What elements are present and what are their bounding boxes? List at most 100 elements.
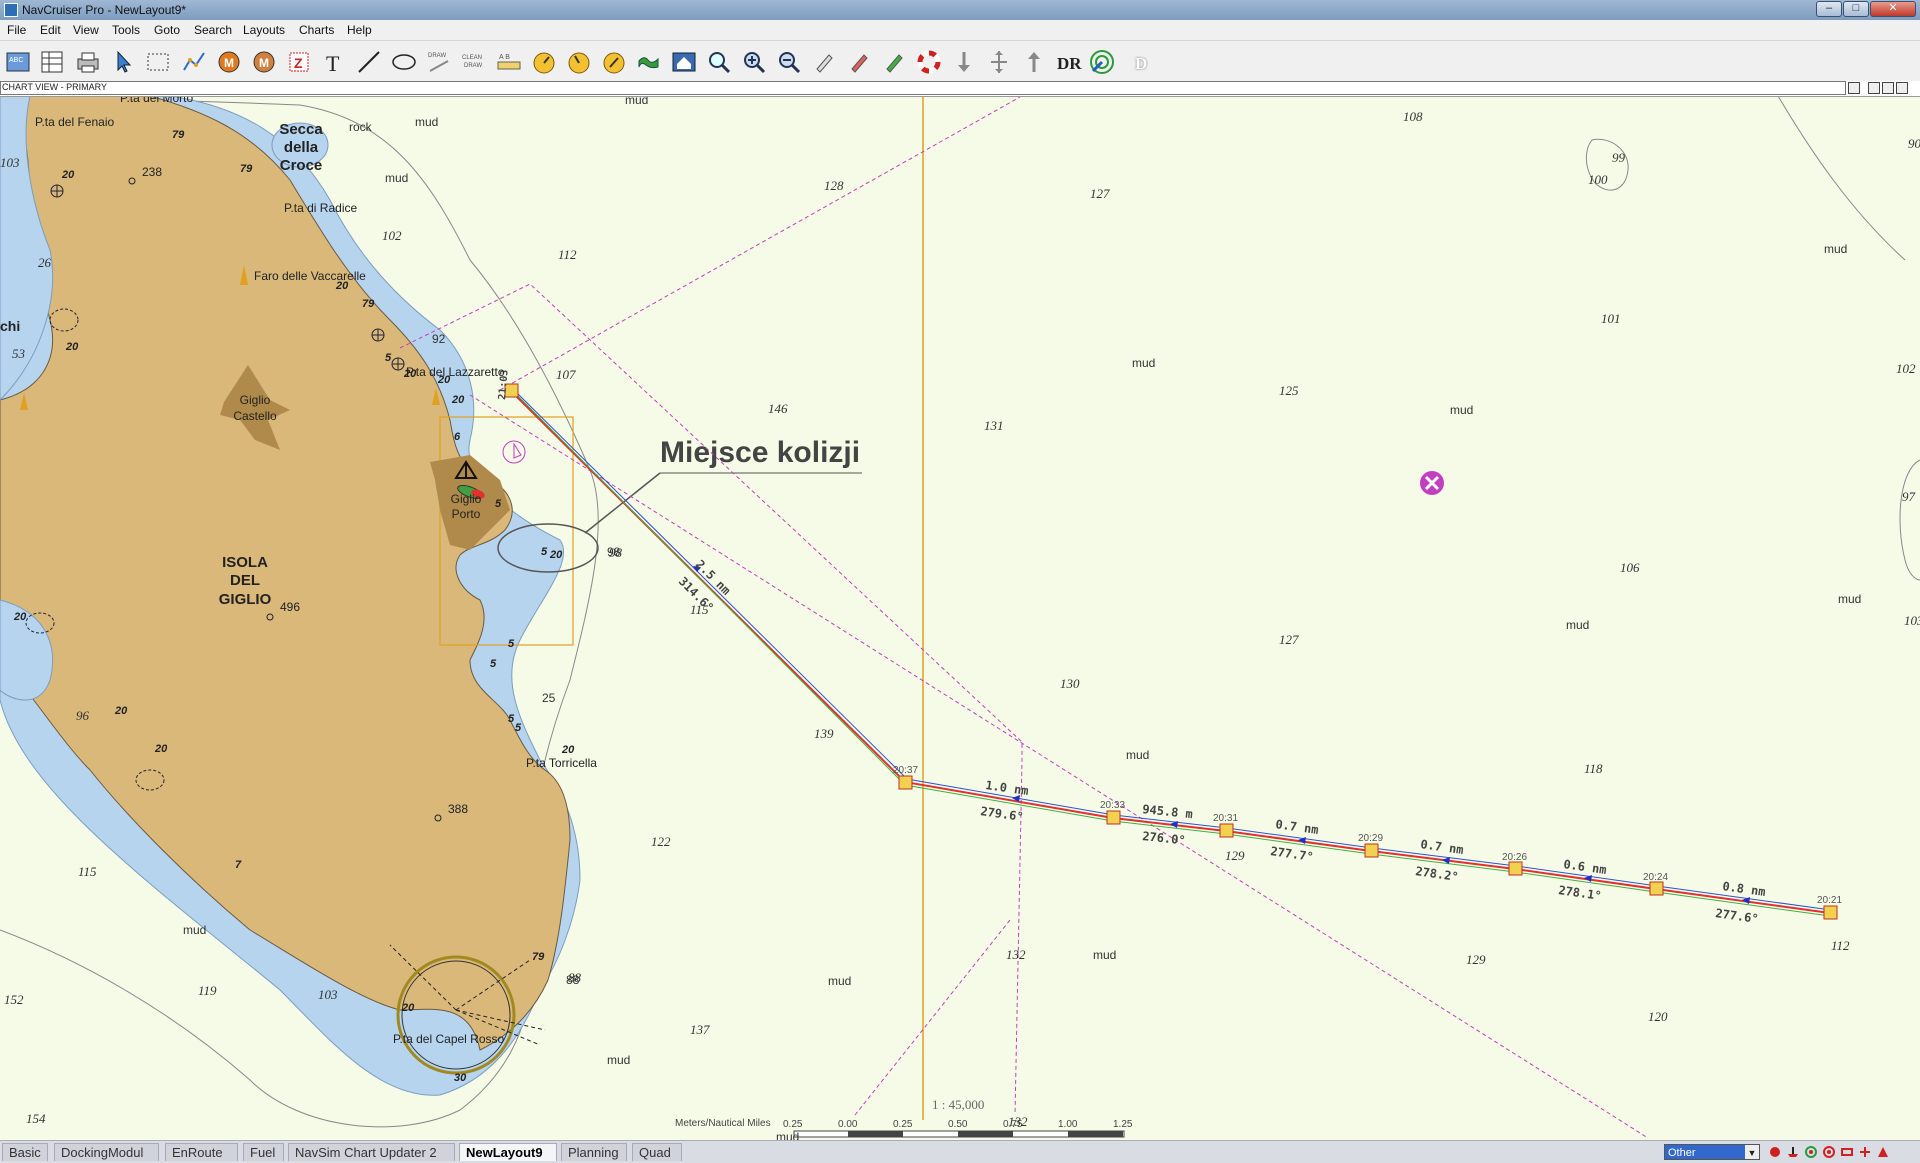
menu-charts[interactable]: Charts (299, 23, 334, 37)
clean-draw-icon[interactable]: CLEAN DRAW (460, 48, 488, 76)
tab-quad[interactable]: Quad (632, 1143, 682, 1161)
tab-planning[interactable]: Planning (561, 1143, 627, 1161)
compass-icon[interactable] (600, 48, 628, 76)
contour-depth: 5 (508, 638, 515, 650)
pen-icon[interactable] (810, 48, 838, 76)
select-rect-icon[interactable] (144, 48, 172, 76)
place-name: P.ta del Capel Rosso (393, 1032, 505, 1046)
wind-icon[interactable] (1858, 1145, 1872, 1159)
print-icon[interactable] (74, 48, 102, 76)
menu-layouts[interactable]: Layouts (243, 23, 285, 37)
compass-icon[interactable] (565, 48, 593, 76)
zoom-out-icon[interactable] (775, 48, 803, 76)
world-icon[interactable] (635, 48, 663, 76)
seabed-type: mud (415, 115, 438, 129)
title-bar: NavCruiser Pro - NewLayout9* – □ ✕ (0, 0, 1920, 20)
text-icon[interactable]: T (320, 48, 348, 76)
vessel-status-icon[interactable] (1786, 1145, 1800, 1159)
contour-depth: 79 (172, 129, 185, 141)
tab-enroute[interactable]: EnRoute (165, 1143, 238, 1161)
draw-line-icon[interactable]: DRAW (425, 48, 453, 76)
dr-icon[interactable]: DR (1057, 54, 1082, 74)
ais-icon[interactable] (1840, 1145, 1854, 1159)
depth-sounding: 92 (432, 332, 446, 346)
place-name: chi (0, 318, 20, 334)
d-icon[interactable]: D (1135, 54, 1147, 74)
svg-text:M: M (259, 56, 269, 70)
line-icon[interactable] (355, 48, 383, 76)
connection-icon[interactable] (1876, 1145, 1890, 1159)
tab-navsim-chart-updater[interactable]: NavSim Chart Updater 2 (288, 1143, 455, 1161)
menu-search[interactable]: Search (194, 23, 232, 37)
up-arrow-icon[interactable] (1020, 48, 1048, 76)
route-icon[interactable] (180, 48, 208, 76)
compass-icon[interactable] (530, 48, 558, 76)
close-button[interactable]: ✕ (1870, 1, 1916, 17)
contour-depth: 20 (401, 1002, 415, 1014)
seabed-type: mud (1838, 592, 1861, 606)
contour-depth: 20 (154, 743, 168, 755)
svg-text:DRAW: DRAW (428, 53, 446, 59)
table-icon[interactable] (38, 48, 66, 76)
menu-bar: File Edit View Tools Goto Search Layouts… (0, 20, 1920, 41)
pen-icon[interactable] (845, 48, 873, 76)
chevron-down-icon[interactable] (1848, 82, 1860, 94)
contour-depth: 5 (490, 658, 497, 670)
chart-view-field[interactable] (0, 81, 1846, 95)
maximize-button[interactable]: □ (1843, 1, 1869, 17)
split-icon[interactable] (1882, 82, 1894, 94)
menu-view[interactable]: View (73, 23, 99, 37)
menu-help[interactable]: Help (347, 23, 372, 37)
depth-sounding: 120 (1648, 1009, 1668, 1024)
contour-depth: 20 (437, 374, 451, 386)
z-marker-icon[interactable]: Z (285, 48, 313, 76)
depth-sounding: 106 (1620, 560, 1640, 575)
layer-select[interactable]: Other ▼ (1664, 1144, 1760, 1160)
shoal-name-line: Secca (279, 121, 323, 138)
menu-tools[interactable]: Tools (112, 23, 140, 37)
depth-sounding: 127 (1279, 632, 1299, 647)
scale-tick: 0.25 (783, 1119, 803, 1130)
svg-text:CLEAN: CLEAN (462, 55, 482, 61)
ellipse-icon[interactable] (390, 48, 418, 76)
split-arrow-icon[interactable] (985, 48, 1013, 76)
tile-icon[interactable] (1868, 82, 1880, 94)
chevron-down-icon[interactable]: ▼ (1745, 1145, 1759, 1159)
m-marker-icon[interactable]: M (215, 48, 243, 76)
depth-sounding: 97 (1902, 489, 1916, 504)
wreck-marker-icon[interactable] (1420, 471, 1444, 495)
m-marker-icon[interactable]: M (250, 48, 278, 76)
scale-tick: 0.25 (893, 1119, 913, 1130)
seabed-type: mud (1450, 403, 1473, 417)
nautical-chart[interactable]: Miejsce kolizji 20:37 20:33 20:31 20:29 … (0, 97, 1920, 1140)
menu-edit[interactable]: Edit (40, 23, 61, 37)
pen-icon[interactable] (880, 48, 908, 76)
menu-file[interactable]: File (7, 23, 26, 37)
tab-fuel[interactable]: Fuel (243, 1143, 284, 1161)
close-view-icon[interactable] (1896, 82, 1908, 94)
tab-basic[interactable]: Basic (2, 1143, 48, 1161)
zoom-in-icon[interactable] (740, 48, 768, 76)
tab-newlayout9[interactable]: NewLayout9 (459, 1143, 557, 1161)
tab-dockingmodul[interactable]: DockingModul (54, 1143, 159, 1161)
minimize-button[interactable]: – (1816, 1, 1842, 17)
pointer-icon[interactable] (110, 48, 138, 76)
ruler-ab-icon[interactable]: A B (495, 48, 523, 76)
menu-goto[interactable]: Goto (154, 23, 180, 37)
contour-depth: 6 (454, 431, 461, 443)
scale-text: 1 : 45,000 (932, 1097, 984, 1112)
down-arrow-icon[interactable] (950, 48, 978, 76)
home-icon[interactable] (670, 48, 698, 76)
contour-depth: 5 (385, 352, 392, 364)
record-icon[interactable] (1768, 1145, 1782, 1159)
radar-icon[interactable] (1088, 48, 1116, 76)
alarm-icon[interactable] (1822, 1145, 1836, 1159)
gps-icon[interactable] (1804, 1145, 1818, 1159)
lifebuoy-icon[interactable] (915, 48, 943, 76)
depth-sounding: 53 (12, 346, 26, 361)
track-time: 20:37 (893, 765, 918, 776)
abc-layer-icon[interactable]: ABC (4, 48, 32, 76)
svg-text:T: T (326, 51, 340, 75)
zoom-window-icon[interactable] (705, 48, 733, 76)
track-time: 20:31 (1213, 813, 1238, 824)
